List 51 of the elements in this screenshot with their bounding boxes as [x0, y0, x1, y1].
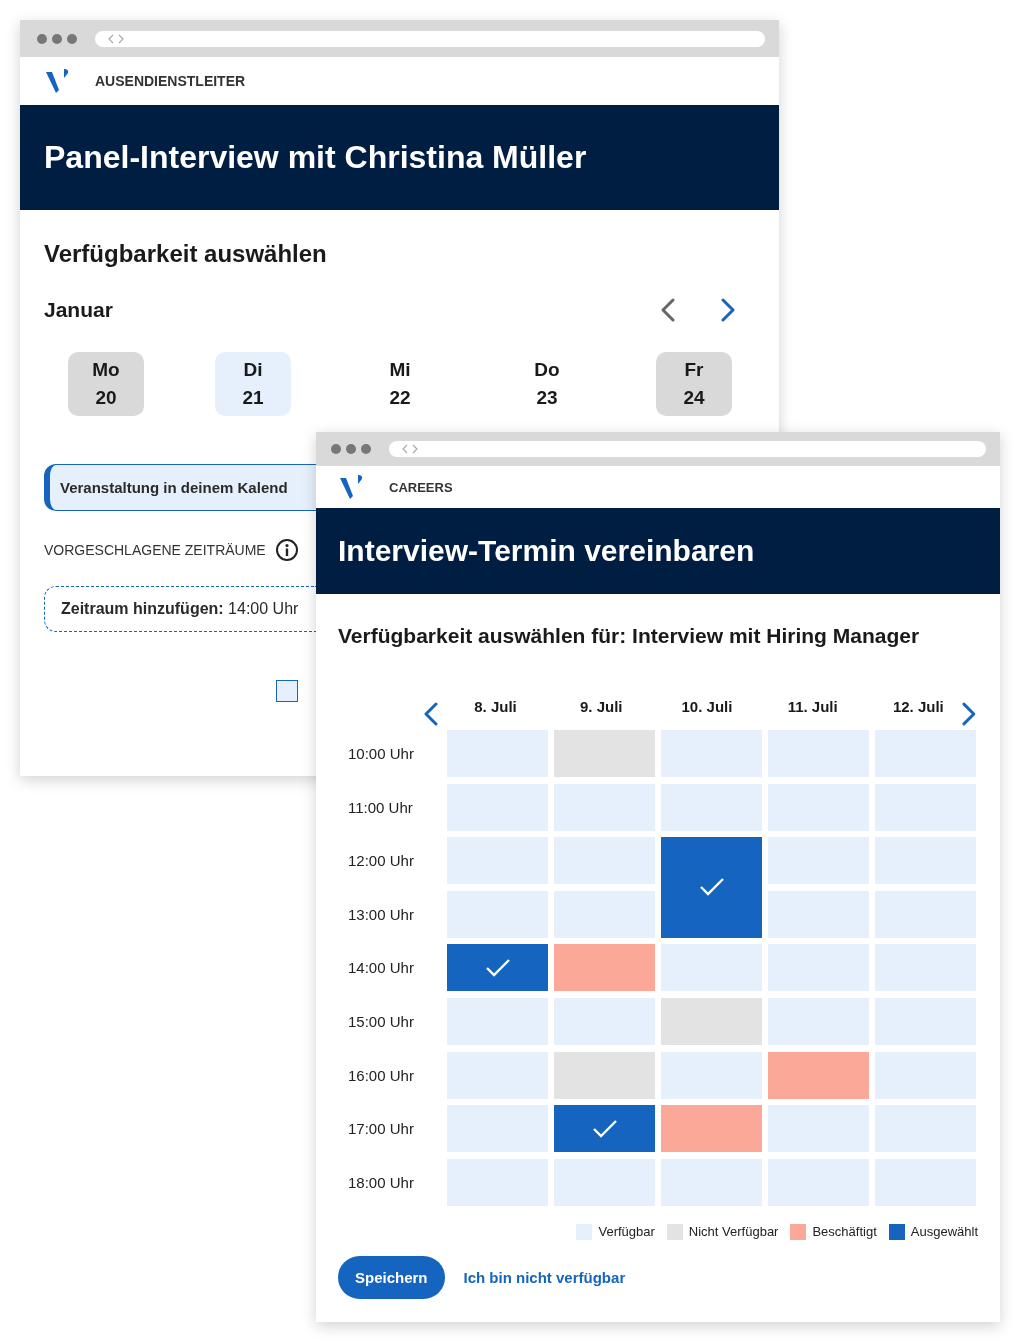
header-label: AUSENDIENSTLEITER	[95, 73, 246, 89]
page-title: Panel-Interview mit Christina Müller	[44, 139, 587, 176]
time-label: 12:00 Uhr	[347, 852, 415, 870]
time-label: 14:00 Uhr	[347, 959, 415, 977]
save-button[interactable]: Speichern	[338, 1255, 445, 1299]
code-brackets-icon	[107, 33, 125, 44]
section-title: Verfügbarkeit auswählen	[44, 240, 328, 268]
day-tile[interactable]: Fr 24	[656, 352, 732, 416]
next-week-icon[interactable]	[960, 702, 978, 726]
day-tile[interactable]: Do 23	[509, 352, 585, 416]
time-slot[interactable]	[554, 1105, 655, 1153]
day-column-header: 10. Juli	[680, 697, 734, 715]
legend-label: Ausgewählt	[910, 1224, 978, 1240]
month-label: Januar	[44, 298, 113, 322]
address-bar[interactable]	[95, 30, 765, 47]
time-label: 16:00 Uhr	[347, 1066, 415, 1084]
day-column-header: 11. Juli	[786, 697, 839, 715]
check-icon	[484, 957, 511, 978]
day-column-header: 9. Juli	[578, 697, 624, 715]
day-tile[interactable]: Mo 20	[68, 352, 144, 416]
checkbox[interactable]	[276, 680, 298, 702]
window-dots-icon	[37, 33, 77, 44]
day-tile[interactable]: Mi 22	[362, 352, 438, 416]
legend-label: Verfügbar	[598, 1224, 655, 1240]
time-label: 18:00 Uhr	[347, 1173, 415, 1191]
time-label: 15:00 Uhr	[347, 1012, 415, 1030]
section-title: Verfügbarkeit auswählen für: Interview mit Hiring Manager	[338, 624, 921, 648]
logo-icon	[44, 68, 70, 94]
legend-label: Nicht Verfügbar	[688, 1224, 779, 1240]
event-banner: Veranstaltung in deinem Kalend	[44, 464, 316, 511]
code-brackets-icon	[401, 444, 419, 454]
header-label: CAREERS	[389, 479, 453, 495]
address-bar[interactable]	[389, 441, 986, 457]
suggested-slots-label: VORGESCHLAGENE ZEITRÄUME	[44, 542, 266, 558]
check-icon	[591, 1118, 618, 1139]
day-tile[interactable]: Di 21	[215, 352, 291, 416]
time-label: 17:00 Uhr	[347, 1120, 415, 1138]
window-dots-icon	[331, 444, 371, 454]
time-label: 13:00 Uhr	[347, 905, 415, 923]
page-title: Interview-Termin vereinbaren	[338, 534, 755, 568]
legend-label: Beschäftigt	[812, 1224, 877, 1240]
unavailable-link[interactable]: Ich bin nicht verfügbar	[463, 1268, 626, 1286]
check-icon	[698, 877, 725, 898]
next-month-icon[interactable]	[719, 298, 737, 322]
info-icon[interactable]	[274, 538, 299, 562]
time-slot[interactable]	[447, 944, 548, 992]
logo-icon	[338, 474, 364, 500]
day-column-header: 12. Juli	[891, 697, 945, 715]
time-label: 11:00 Uhr	[347, 798, 414, 816]
time-label: 10:00 Uhr	[347, 745, 415, 762]
day-column-header: 8. Juli	[473, 697, 518, 715]
